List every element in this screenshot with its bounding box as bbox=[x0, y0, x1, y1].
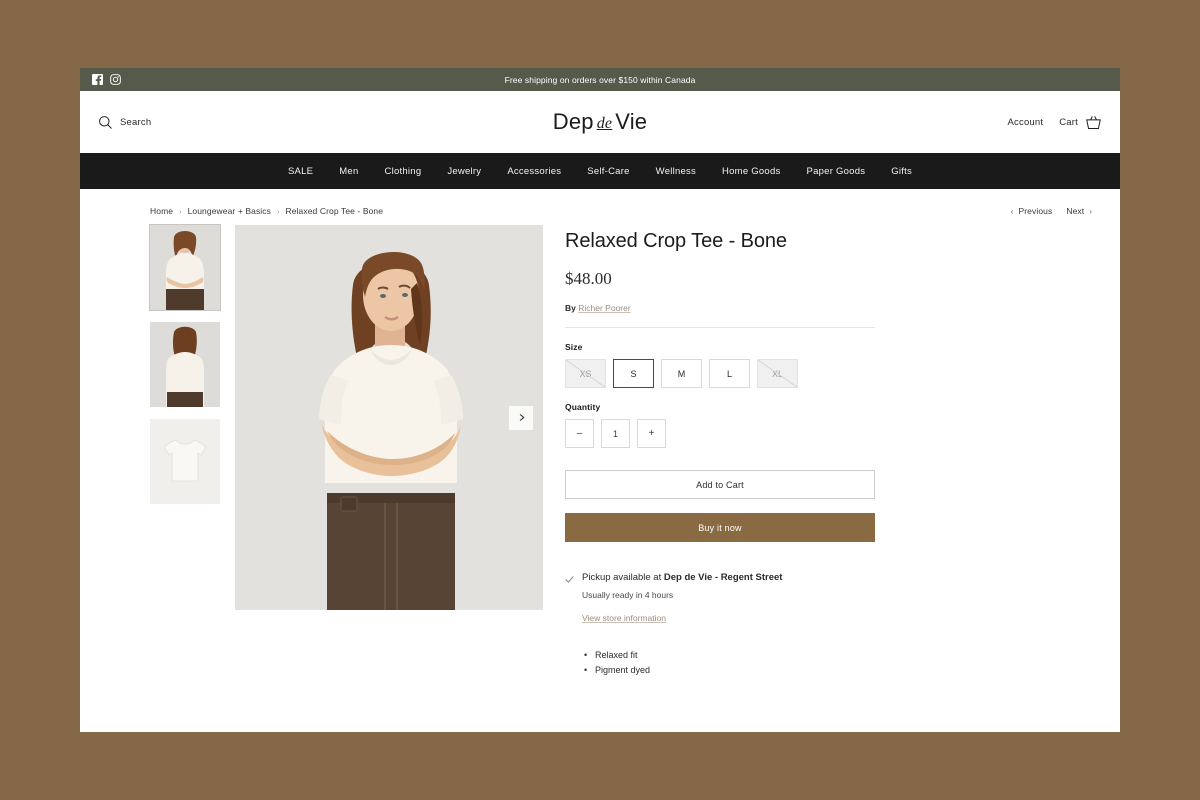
size-option-xs[interactable]: XS bbox=[565, 359, 606, 388]
product-vendor: By Richer Poorer bbox=[565, 303, 875, 313]
pickup-availability: Pickup available at Dep de Vie - Regent … bbox=[565, 572, 875, 626]
previous-product-link[interactable]: ‹ Previous bbox=[1011, 206, 1053, 216]
size-label: Size bbox=[565, 342, 583, 352]
nav-item-clothing[interactable]: Clothing bbox=[385, 166, 422, 177]
nav-item-jewelry[interactable]: Jewelry bbox=[447, 166, 481, 177]
site-logo[interactable]: Dep de Vie bbox=[553, 109, 647, 135]
size-selector: XS S M L XL bbox=[565, 359, 875, 388]
cart-button[interactable]: Cart bbox=[1059, 115, 1102, 130]
nav-item-accessories[interactable]: Accessories bbox=[507, 166, 561, 177]
thumbnail-back-image bbox=[150, 322, 220, 407]
next-product-link[interactable]: Next › bbox=[1066, 206, 1092, 216]
view-store-information-link[interactable]: View store information bbox=[582, 613, 666, 623]
product-main-image[interactable] bbox=[235, 225, 543, 610]
product-section: Relaxed Crop Tee - Bone $48.00 By Richer… bbox=[80, 219, 1120, 678]
nav-item-self-care[interactable]: Self-Care bbox=[587, 166, 629, 177]
breadcrumb-row: Home › Loungewear + Basics › Relaxed Cro… bbox=[80, 189, 1120, 219]
product-info: Relaxed Crop Tee - Bone $48.00 By Richer… bbox=[565, 225, 875, 678]
product-gallery bbox=[149, 224, 543, 678]
previous-label: Previous bbox=[1018, 206, 1053, 216]
main-navigation: SALE Men Clothing Jewelry Accessories Se… bbox=[80, 153, 1120, 189]
breadcrumb-item-current: Relaxed Crop Tee - Bone bbox=[285, 206, 384, 216]
main-product-photo bbox=[235, 225, 543, 610]
logo-last: Vie bbox=[615, 109, 648, 134]
chevron-left-icon: ‹ bbox=[1010, 206, 1014, 216]
thumbnail-2[interactable] bbox=[150, 322, 220, 407]
logo-first: Dep bbox=[552, 109, 594, 134]
announcement-bar: Free shipping on orders over $150 within… bbox=[80, 68, 1120, 91]
nav-item-home-goods[interactable]: Home Goods bbox=[722, 166, 780, 177]
logo-italic: de bbox=[596, 115, 613, 132]
quantity-increase-button[interactable]: + bbox=[637, 419, 666, 448]
pickup-location: Dep de Vie - Regent Street bbox=[663, 572, 783, 583]
quantity-label: Quantity bbox=[565, 402, 601, 412]
size-option-s[interactable]: S bbox=[613, 359, 654, 388]
add-to-cart-button[interactable]: Add to Cart bbox=[565, 470, 875, 499]
announcement-text: Free shipping on orders over $150 within… bbox=[504, 74, 696, 85]
breadcrumb-separator: › bbox=[277, 206, 280, 216]
nav-item-men[interactable]: Men bbox=[339, 166, 358, 177]
chevron-right-icon bbox=[519, 414, 525, 421]
product-features: Relaxed fit Pigment dyed bbox=[565, 648, 875, 678]
breadcrumb-item-home[interactable]: Home bbox=[150, 206, 173, 216]
nav-item-wellness[interactable]: Wellness bbox=[656, 166, 696, 177]
search-icon bbox=[99, 115, 112, 129]
breadcrumb-item-collection[interactable]: Loungewear + Basics bbox=[188, 206, 271, 216]
site-header: Search Dep de Vie Account Cart bbox=[80, 91, 1120, 153]
pickup-details: Pickup available at Dep de Vie - Regent … bbox=[582, 572, 875, 626]
pickup-headline: Pickup available at Dep de Vie - Regent … bbox=[582, 572, 875, 585]
feature-item: Pigment dyed bbox=[584, 663, 875, 678]
account-link[interactable]: Account bbox=[1008, 117, 1044, 128]
thumbnail-flatlay-image bbox=[150, 419, 220, 504]
buy-it-now-button[interactable]: Buy it now bbox=[565, 513, 875, 542]
vendor-link[interactable]: Richer Poorer bbox=[578, 303, 630, 313]
breadcrumb-separator: › bbox=[179, 206, 182, 216]
search-button[interactable]: Search bbox=[98, 115, 151, 130]
size-option-m[interactable]: M bbox=[661, 359, 702, 388]
quantity-decrease-button[interactable]: – bbox=[565, 419, 594, 448]
product-title: Relaxed Crop Tee - Bone bbox=[565, 230, 787, 252]
next-label: Next bbox=[1066, 206, 1085, 216]
search-label: Search bbox=[120, 116, 152, 128]
feature-item: Relaxed fit bbox=[584, 648, 875, 663]
thumbnail-front-image bbox=[150, 225, 220, 310]
thumbnail-1[interactable] bbox=[149, 224, 221, 311]
size-option-xl[interactable]: XL bbox=[757, 359, 798, 388]
thumbnail-3[interactable] bbox=[150, 419, 220, 504]
store-page: Free shipping on orders over $150 within… bbox=[80, 68, 1120, 732]
cart-basket-icon bbox=[1086, 115, 1101, 129]
quantity-input[interactable]: 1 bbox=[601, 419, 630, 448]
nav-item-gifts[interactable]: Gifts bbox=[891, 166, 912, 177]
logo-container: Dep de Vie bbox=[80, 109, 1120, 135]
cart-label: Cart bbox=[1059, 116, 1078, 128]
product-price: $48.00 bbox=[565, 269, 612, 288]
info-divider bbox=[565, 327, 875, 328]
pickup-prefix: Pickup available at bbox=[582, 572, 662, 583]
size-option-l[interactable]: L bbox=[709, 359, 750, 388]
header-actions: Account Cart bbox=[1008, 115, 1102, 130]
next-image-button[interactable] bbox=[509, 405, 533, 430]
nav-item-sale[interactable]: SALE bbox=[288, 166, 313, 177]
product-pager: ‹ Previous Next › bbox=[1011, 206, 1092, 216]
vendor-prefix: By bbox=[565, 303, 576, 313]
checkmark-icon bbox=[565, 576, 574, 583]
thumbnail-list bbox=[149, 224, 221, 678]
chevron-right-icon: › bbox=[1089, 206, 1092, 216]
quantity-stepper: – 1 + bbox=[565, 419, 875, 448]
nav-item-paper-goods[interactable]: Paper Goods bbox=[807, 166, 866, 177]
pickup-ready-time: Usually ready in 4 hours bbox=[582, 589, 674, 600]
breadcrumb: Home › Loungewear + Basics › Relaxed Cro… bbox=[150, 206, 383, 216]
